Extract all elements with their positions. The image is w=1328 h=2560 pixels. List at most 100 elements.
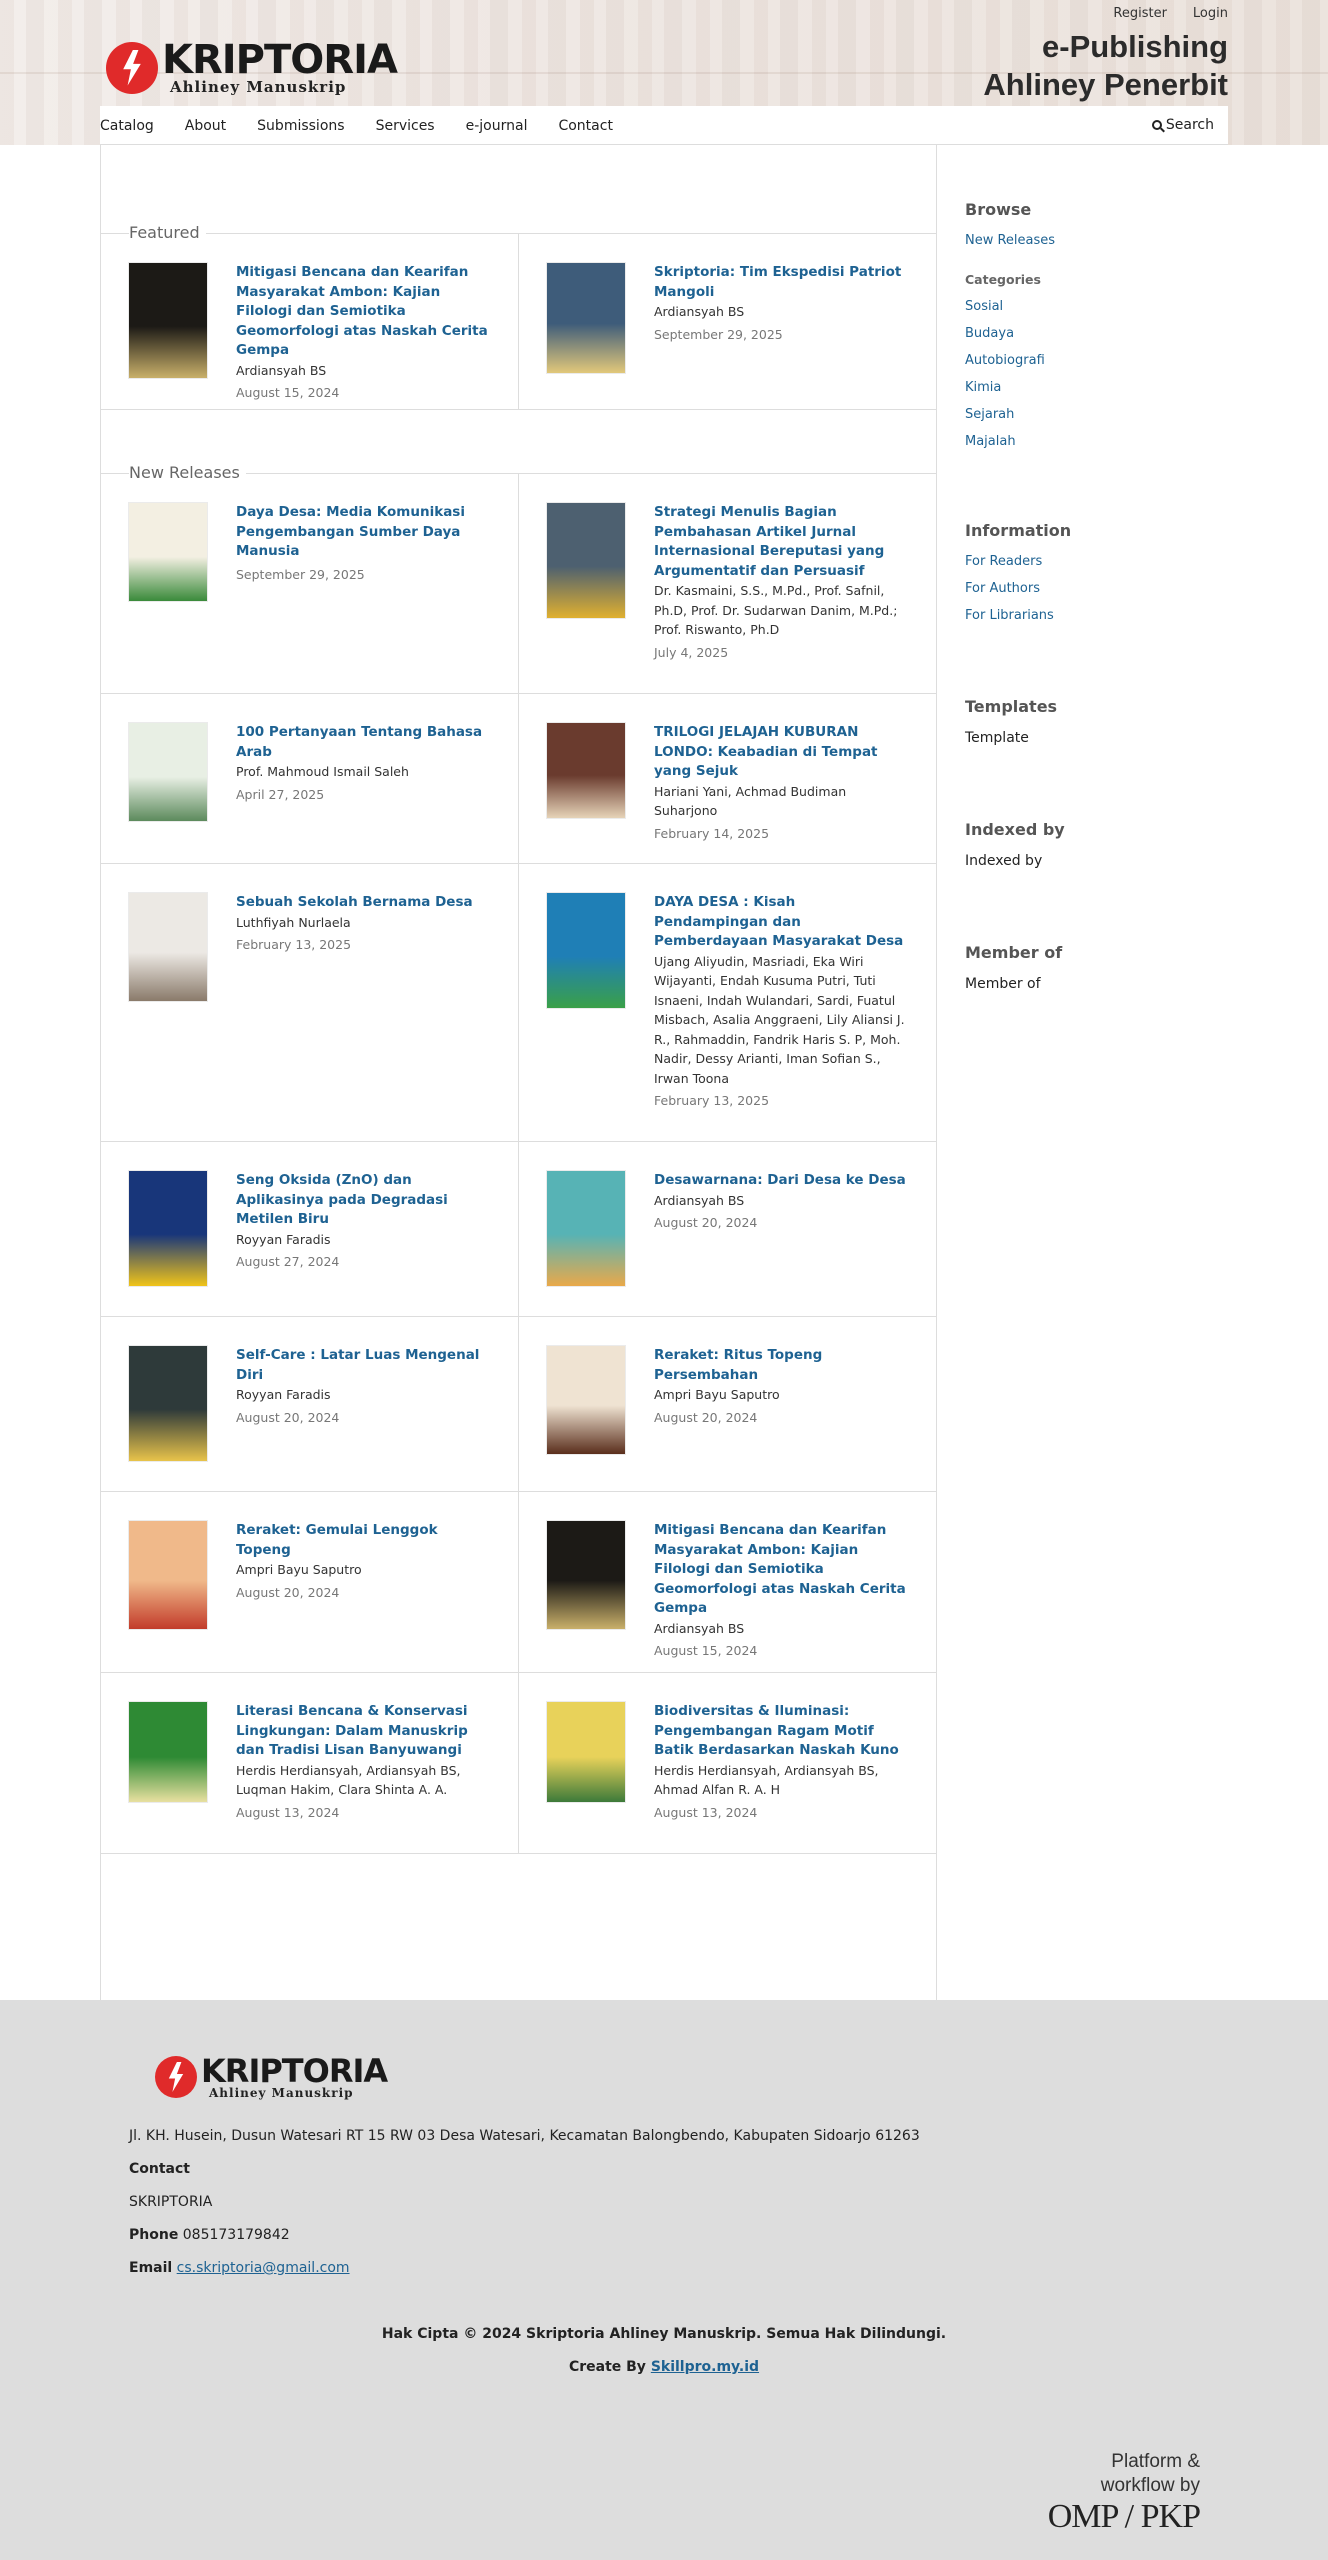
footer-address: Jl. KH. Husein, Dusun Watesari RT 15 RW … [129,2128,920,2144]
book-cover[interactable] [547,1346,625,1454]
sidebar-category-autobiografi[interactable]: Autobiografi [965,353,1215,368]
book-cover[interactable] [129,1521,207,1629]
book-date: August 13, 2024 [236,1804,340,1820]
book-cover[interactable] [129,1702,207,1802]
sidebar-category-budaya[interactable]: Budaya [965,326,1215,341]
book-info: Literasi Bencana & Konservasi Lingkungan… [236,1702,491,1820]
site-title-line-1: e-Publishing [1042,29,1228,64]
footer-contact-label: Contact [129,2161,190,2177]
grid-divider [101,1491,937,1492]
footer-phone-value: 085173179842 [182,2227,290,2243]
sidebar-category-majalah[interactable]: Majalah [965,434,1215,449]
grid-divider [101,1672,937,1673]
book-title[interactable]: Desawarnana: Dari Desa ke Desa [654,1171,909,1191]
book-title[interactable]: Reraket: Gemulai Lenggok Topeng [236,1521,491,1560]
book-cover[interactable] [129,1346,207,1461]
book-title[interactable]: Literasi Bencana & Konservasi Lingkungan… [236,1702,491,1761]
nav-about[interactable]: About [185,118,226,134]
nav-services[interactable]: Services [376,118,435,134]
book-info: Skriptoria: Tim Ekspedisi Patriot Mangol… [654,263,909,342]
book-author: Ampri Bayu Saputro [654,1387,780,1402]
sidebar-category-kimia[interactable]: Kimia [965,380,1215,395]
logo-text: KRIPTORIA Ahliney Manuskrip [162,37,398,95]
book-date: August 15, 2024 [654,1643,758,1658]
book-info: Reraket: Gemulai Lenggok Topeng Ampri Bay… [236,1521,491,1600]
grid-divider [518,1672,519,1853]
nav-contact[interactable]: Contact [558,118,612,134]
book-date: August 13, 2024 [654,1804,758,1820]
book-title[interactable]: Mitigasi Bencana dan Kearifan Masyarakat… [236,263,491,361]
login-link[interactable]: Login [1193,6,1228,21]
book-title[interactable]: Biodiversitas & Iluminasi: Pengembangan … [654,1702,909,1761]
sidebar-templates-heading: Templates [965,697,1058,716]
book-info: Seng Oksida (ZnO) dan Aplikasinya pada D… [236,1171,491,1269]
book-cover[interactable] [547,1702,625,1802]
book-cover[interactable] [547,1171,625,1286]
sidebar-for-authors[interactable]: For Authors [965,581,1215,596]
book-author: Ardiansyah BS [236,362,327,378]
grid-divider [518,1141,519,1316]
book-cover[interactable] [547,1521,625,1629]
grid-divider [101,1141,937,1142]
book-author: Royyan Faradis [236,1231,331,1247]
footer-create-link[interactable]: Skillpro.my.id [651,2359,759,2375]
book-cover[interactable] [129,893,207,1001]
book-info: Daya Desa: Media Komunikasi Pengembangan… [236,503,491,582]
sidebar-category-sejarah[interactable]: Sejarah [965,407,1215,422]
grid-divider [518,693,519,863]
book-title[interactable]: TRILOGI JELAJAH KUBURAN LONDO: Keabadian… [654,723,909,782]
book-info: Strategi Menulis Bagian Pembahasan Artik… [654,503,909,660]
book-cover[interactable] [129,723,207,821]
book-author: Hariani Yani, Achmad Budiman Suharjono [654,783,847,819]
book-info: Mitigasi Bencana dan Kearifan Masyarakat… [236,263,491,400]
footer-email: Email cs.skriptoria@gmail.com [129,2260,350,2276]
book-cover[interactable] [129,503,207,601]
book-title[interactable]: Daya Desa: Media Komunikasi Pengembangan… [236,503,491,562]
footer-phone-label: Phone [129,2227,179,2243]
logo-title: KRIPTORIA [162,37,398,83]
sidebar-member-text: Member of [965,976,1041,992]
pkp-badge[interactable]: Platform & workflow by OMP / PKP [1048,2450,1201,2536]
book-info: Mitigasi Bencana dan Kearifan Masyarakat… [654,1521,909,1658]
sidebar-template-text: Template [965,730,1029,746]
book-info: Desawarnana: Dari Desa ke Desa Ardiansyah… [654,1171,909,1230]
grid-divider [518,863,519,1141]
book-cover[interactable] [547,503,625,618]
book-title[interactable]: Strategi Menulis Bagian Pembahasan Artik… [654,503,909,581]
book-title[interactable]: 100 Pertanyaan Tentang Bahasa Arab [236,723,491,762]
register-link[interactable]: Register [1113,6,1167,21]
sidebar-for-readers[interactable]: For Readers [965,554,1215,569]
grid-divider [518,1316,519,1491]
grid-divider [101,863,937,864]
book-title[interactable]: Self-Care : Latar Luas Mengenal Diri [236,1346,491,1385]
sidebar-new-releases[interactable]: New Releases [965,233,1215,248]
book-title[interactable]: DAYA DESA : Kisah Pendampingan dan Pembe… [654,893,909,952]
site-logo[interactable]: KRIPTORIA Ahliney Manuskrip [106,37,398,95]
book-title[interactable]: Reraket: Ritus Topeng Persembahan [654,1346,909,1385]
book-cover[interactable] [547,893,625,1008]
nav-submissions[interactable]: Submissions [257,118,344,134]
book-author: Ardiansyah BS [654,1192,745,1208]
sidebar-category-sosial[interactable]: Sosial [965,299,1215,314]
search-label: Search [1165,117,1214,133]
grid-divider [101,693,937,694]
main-nav: Catalog About Submissions Services e-jou… [100,106,1228,145]
book-title[interactable]: Skriptoria: Tim Ekspedisi Patriot Mangol… [654,263,909,302]
book-title[interactable]: Mitigasi Bencana dan Kearifan Masyarakat… [654,1521,909,1619]
book-cover[interactable] [547,263,625,373]
sidebar-indexed-heading: Indexed by [965,820,1065,839]
footer-email-link[interactable]: cs.skriptoria@gmail.com [177,2260,350,2276]
book-title[interactable]: Sebuah Sekolah Bernama Desa [236,893,491,913]
book-info: Reraket: Ritus Topeng Persembahan Ampri B… [654,1346,909,1425]
book-title[interactable]: Seng Oksida (ZnO) dan Aplikasinya pada D… [236,1171,491,1230]
nav-ejournal[interactable]: e-journal [466,118,528,134]
book-date: April 27, 2025 [236,786,325,802]
sidebar-information-heading: Information [965,521,1072,540]
nav-catalog[interactable]: Catalog [100,118,154,134]
sidebar-for-librarians[interactable]: For Librarians [965,608,1215,623]
search-button[interactable]: Search [1151,117,1214,133]
book-cover[interactable] [547,723,625,818]
book-date: August 20, 2024 [236,1409,340,1425]
book-cover[interactable] [129,263,207,378]
book-cover[interactable] [129,1171,207,1286]
